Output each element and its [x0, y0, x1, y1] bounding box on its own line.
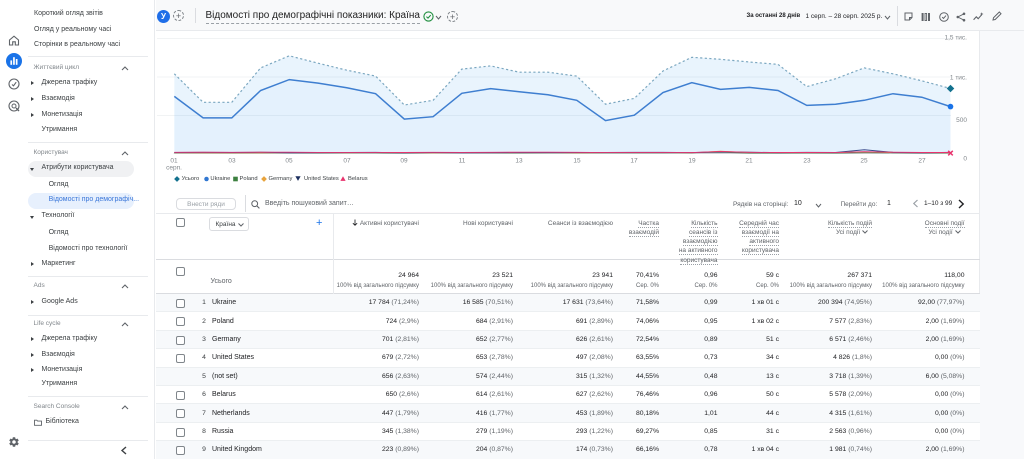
svg-text:27: 27 [918, 158, 926, 165]
svg-text:23: 23 [803, 158, 811, 165]
svg-text:1 тис.: 1 тис. [950, 75, 967, 82]
svg-text:25: 25 [860, 158, 868, 165]
svg-text:1,5 тис.: 1,5 тис. [944, 35, 967, 42]
svg-text:серп.: серп. [166, 165, 182, 172]
svg-text:0: 0 [963, 155, 967, 162]
svg-text:17: 17 [630, 158, 638, 165]
svg-text:11: 11 [459, 158, 466, 165]
svg-text:07: 07 [343, 158, 351, 165]
svg-text:19: 19 [688, 158, 696, 165]
svg-text:09: 09 [400, 158, 408, 165]
svg-text:01: 01 [170, 158, 178, 165]
svg-text:21: 21 [745, 158, 753, 165]
svg-text:500: 500 [956, 117, 967, 124]
svg-text:03: 03 [228, 158, 236, 165]
svg-text:13: 13 [515, 158, 523, 165]
svg-text:05: 05 [285, 158, 293, 165]
svg-text:15: 15 [573, 158, 581, 165]
